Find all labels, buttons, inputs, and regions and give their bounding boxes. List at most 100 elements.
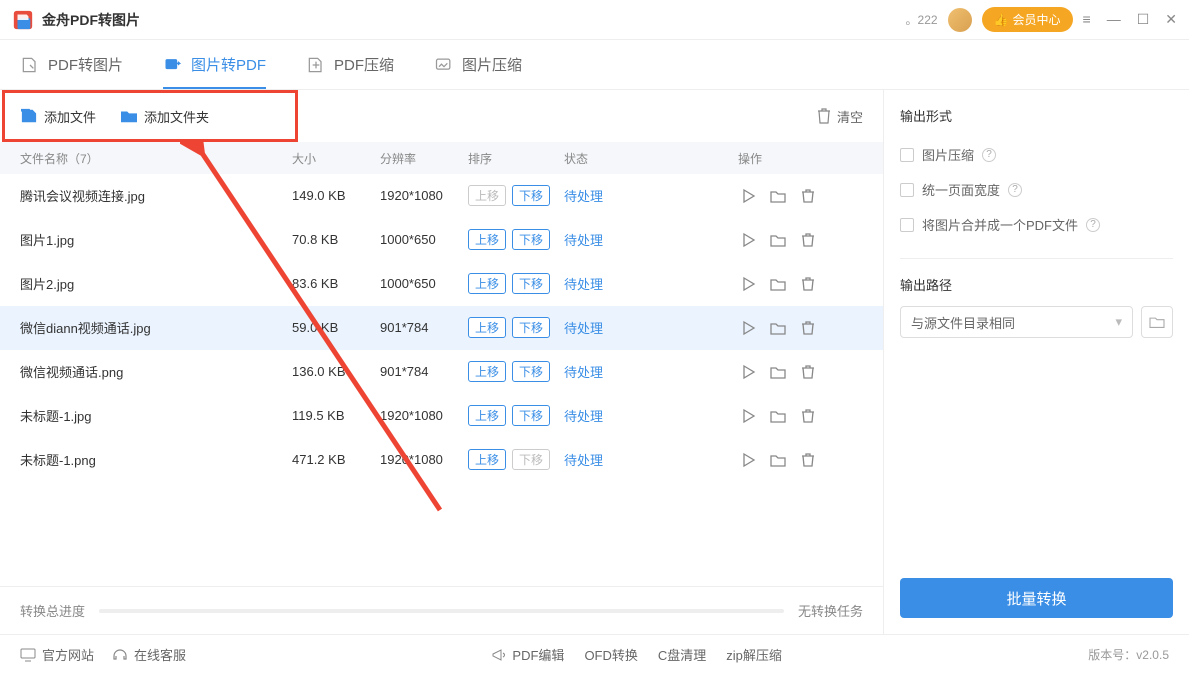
trash-icon (817, 108, 831, 124)
cell-size: 149.0 KB (292, 188, 380, 203)
delete-icon[interactable] (800, 452, 816, 468)
side-panel: 输出形式 图片压缩 ? 统一页面宽度 ? 将图片合并成一个PDF文件 ? 输出路… (884, 90, 1189, 634)
cell-resolution: 1920*1080 (380, 408, 468, 423)
move-down-button[interactable]: 下移 (512, 185, 550, 206)
col-header-resolution: 分辨率 (380, 150, 468, 167)
delete-icon[interactable] (800, 188, 816, 204)
move-up-button[interactable]: 上移 (468, 317, 506, 338)
pdf-to-image-icon (20, 55, 40, 75)
cell-status: 待处理 (564, 406, 738, 425)
delete-icon[interactable] (800, 408, 816, 424)
chevron-down-icon: ▾ (1115, 314, 1122, 330)
checkbox[interactable] (900, 183, 914, 197)
open-folder-icon[interactable] (770, 320, 786, 336)
open-folder-icon[interactable] (770, 276, 786, 292)
play-icon[interactable] (740, 320, 756, 336)
cell-resolution: 901*784 (380, 364, 468, 379)
cell-filename: 微信视频通话.png (20, 362, 292, 381)
main-tabs: PDF转图片 图片转PDF PDF压缩 图片压缩 (0, 40, 1189, 90)
opt-merge-one-pdf[interactable]: 将图片合并成一个PDF文件 ? (900, 215, 1173, 234)
cell-size: 83.6 KB (292, 276, 380, 291)
batch-convert-button[interactable]: 批量转换 (900, 578, 1173, 618)
online-service-link[interactable]: 在线客服 (112, 645, 186, 664)
pdf-edit-link[interactable]: PDF编辑 (492, 645, 564, 664)
progress-track (99, 609, 784, 613)
opt-uniform-width[interactable]: 统一页面宽度 ? (900, 180, 1173, 199)
menu-icon[interactable]: ≡ (1083, 11, 1091, 28)
checkbox[interactable] (900, 148, 914, 162)
browse-folder-button[interactable] (1141, 306, 1173, 338)
cell-resolution: 1000*650 (380, 232, 468, 247)
delete-icon[interactable] (800, 364, 816, 380)
play-icon[interactable] (740, 232, 756, 248)
table-row[interactable]: 微信视频通话.png136.0 KB901*784上移下移待处理 (0, 350, 883, 394)
toolbar: 添加文件 添加文件夹 清空 (0, 90, 883, 142)
move-up-button[interactable]: 上移 (468, 273, 506, 294)
move-down-button[interactable]: 下移 (512, 273, 550, 294)
official-site-link[interactable]: 官方网站 (20, 645, 94, 664)
table-row[interactable]: 未标题-1.jpg119.5 KB1920*1080上移下移待处理 (0, 394, 883, 438)
table-row[interactable]: 图片2.jpg83.6 KB1000*650上移下移待处理 (0, 262, 883, 306)
cell-filename: 未标题-1.png (20, 450, 292, 469)
member-center-button[interactable]: 👍 会员中心 (982, 7, 1073, 32)
table-row[interactable]: 图片1.jpg70.8 KB1000*650上移下移待处理 (0, 218, 883, 262)
move-up-button[interactable]: 上移 (468, 405, 506, 426)
close-icon[interactable]: ✕ (1165, 11, 1177, 28)
cell-status: 待处理 (564, 230, 738, 249)
play-icon[interactable] (740, 408, 756, 424)
cell-size: 119.5 KB (292, 408, 380, 423)
help-icon[interactable]: ? (1086, 218, 1100, 232)
minimize-icon[interactable]: — (1107, 11, 1121, 28)
move-up-button[interactable]: 上移 (468, 449, 506, 470)
play-icon[interactable] (740, 276, 756, 292)
cell-size: 136.0 KB (292, 364, 380, 379)
open-folder-icon[interactable] (770, 188, 786, 204)
opt-image-compress[interactable]: 图片压缩 ? (900, 145, 1173, 164)
folder-icon (120, 108, 138, 124)
table-row[interactable]: 未标题-1.png471.2 KB1920*1080上移下移待处理 (0, 438, 883, 482)
tab-image-to-pdf[interactable]: 图片转PDF (163, 40, 266, 89)
headset-icon (112, 647, 128, 663)
monitor-icon (20, 648, 36, 662)
move-down-button[interactable]: 下移 (512, 405, 550, 426)
help-icon[interactable]: ? (1008, 183, 1022, 197)
move-up-button[interactable]: 上移 (468, 361, 506, 382)
open-folder-icon[interactable] (770, 364, 786, 380)
help-icon[interactable]: ? (982, 148, 996, 162)
move-down-button[interactable]: 下移 (512, 229, 550, 250)
add-folder-button[interactable]: 添加文件夹 (120, 107, 209, 126)
delete-icon[interactable] (800, 232, 816, 248)
move-down-button[interactable]: 下移 (512, 361, 550, 382)
ofd-convert-link[interactable]: OFD转换 (584, 645, 637, 664)
table-row[interactable]: 腾讯会议视频连接.jpg149.0 KB1920*1080上移下移待处理 (0, 174, 883, 218)
clear-button[interactable]: 清空 (817, 107, 863, 126)
zip-extract-link[interactable]: zip解压缩 (726, 645, 782, 664)
output-path-title: 输出路径 (900, 275, 1173, 294)
play-icon[interactable] (740, 188, 756, 204)
open-folder-icon[interactable] (770, 408, 786, 424)
open-folder-icon[interactable] (770, 452, 786, 468)
open-folder-icon[interactable] (770, 232, 786, 248)
c-clean-link[interactable]: C盘清理 (658, 645, 706, 664)
move-down-button[interactable]: 下移 (512, 317, 550, 338)
tab-image-compress[interactable]: 图片压缩 (434, 40, 522, 89)
table-header: 文件名称（7） 大小 分辨率 排序 状态 操作 (0, 142, 883, 174)
image-compress-icon (434, 55, 454, 75)
output-path-select[interactable]: 与源文件目录相同 ▾ (900, 306, 1133, 338)
table-body: 腾讯会议视频连接.jpg149.0 KB1920*1080上移下移待处理图片1.… (0, 174, 883, 586)
checkbox[interactable] (900, 218, 914, 232)
delete-icon[interactable] (800, 276, 816, 292)
move-up-button[interactable]: 上移 (468, 229, 506, 250)
add-file-button[interactable]: 添加文件 (20, 107, 96, 126)
col-header-status: 状态 (564, 150, 738, 167)
delete-icon[interactable] (800, 320, 816, 336)
tab-pdf-compress[interactable]: PDF压缩 (306, 40, 394, 89)
title-bar: 金舟PDF转图片 。222 👍 会员中心 ≡ — ☐ ✕ (0, 0, 1189, 40)
play-icon[interactable] (740, 452, 756, 468)
app-title: 金舟PDF转图片 (42, 10, 906, 30)
maximize-icon[interactable]: ☐ (1137, 11, 1150, 28)
avatar[interactable] (948, 8, 972, 32)
tab-pdf-to-image[interactable]: PDF转图片 (20, 40, 123, 89)
table-row[interactable]: 微信diann视频通话.jpg59.0 KB901*784上移下移待处理 (0, 306, 883, 350)
play-icon[interactable] (740, 364, 756, 380)
